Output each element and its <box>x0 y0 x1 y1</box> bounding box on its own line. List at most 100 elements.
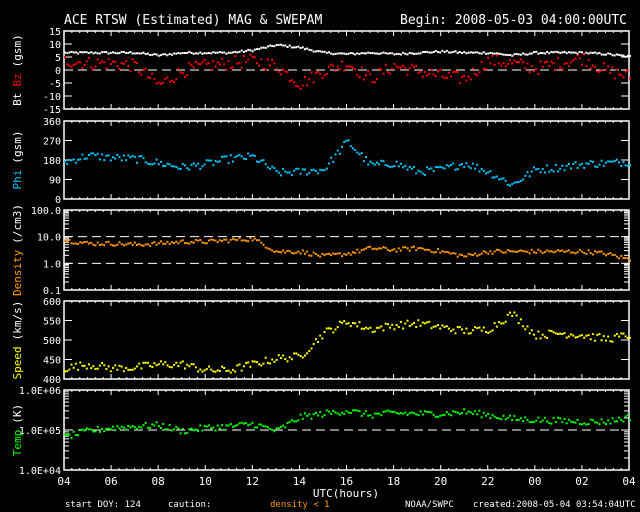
data-point-bz <box>253 56 256 59</box>
data-point-temp <box>197 429 200 432</box>
data-point-bt <box>157 54 160 57</box>
data-point-phi <box>122 154 125 157</box>
data-point-phi <box>389 165 391 168</box>
data-point-density <box>77 242 80 245</box>
data-point-bz <box>310 71 313 74</box>
data-point-speed <box>256 361 258 364</box>
data-point-density <box>105 241 108 244</box>
data-point-temp <box>517 418 520 421</box>
data-point-phi <box>581 162 583 165</box>
data-point-phi <box>535 168 538 171</box>
data-point-phi <box>330 156 333 159</box>
data-point-temp <box>85 427 88 430</box>
data-point-phi <box>607 160 610 163</box>
data-point-bt <box>175 52 178 55</box>
data-point-temp <box>245 422 248 425</box>
data-point-phi <box>92 152 95 155</box>
data-point-phi <box>118 156 121 159</box>
data-point-bz <box>410 63 413 66</box>
data-point-temp <box>177 427 180 430</box>
data-point-temp <box>445 411 448 414</box>
data-point-density <box>149 244 152 247</box>
data-point-speed <box>539 337 542 340</box>
data-point-bt <box>277 43 280 46</box>
data-point-temp <box>164 428 167 431</box>
data-point-phi <box>170 165 173 168</box>
data-point-bt <box>362 52 365 55</box>
data-point-speed <box>369 326 372 329</box>
data-point-speed <box>618 335 621 338</box>
data-point-speed <box>343 320 346 323</box>
data-point-bt <box>88 52 90 55</box>
data-point-density <box>557 249 559 252</box>
data-point-density <box>526 250 529 253</box>
data-point-speed <box>325 327 328 330</box>
y-tick-label: 1.0 <box>43 259 61 270</box>
data-point-temp <box>550 422 553 425</box>
data-point-density <box>214 239 217 242</box>
data-point-bt <box>522 52 525 55</box>
data-point-temp <box>218 427 221 430</box>
data-point-density <box>341 255 343 258</box>
data-point-speed <box>598 333 601 336</box>
data-point-bt <box>212 51 215 54</box>
data-point-density <box>295 251 298 254</box>
y-tick-label: 450 <box>43 356 61 367</box>
data-point-temp <box>133 426 136 429</box>
data-point-speed <box>489 330 492 333</box>
data-point-density <box>116 243 119 246</box>
data-point-phi <box>203 163 206 166</box>
data-point-speed <box>129 368 132 371</box>
data-point-bz <box>541 65 544 68</box>
data-point-bz <box>404 66 407 69</box>
data-point-density <box>474 252 477 255</box>
data-point-phi <box>205 159 208 162</box>
data-point-bt <box>94 51 97 54</box>
data-point-bt <box>201 52 204 55</box>
begin-time: Begin: 2008-05-03 04:00:00UTC <box>400 13 627 28</box>
data-point-temp <box>314 411 317 414</box>
data-point-speed <box>611 340 614 343</box>
data-point-bz <box>269 64 272 67</box>
data-point-density <box>173 242 176 244</box>
data-point-temp <box>369 414 372 417</box>
data-point-speed <box>68 368 71 371</box>
data-point-bz <box>192 66 195 69</box>
data-point-bt <box>249 49 252 52</box>
data-point-speed <box>482 326 485 329</box>
data-point-bt <box>273 45 276 48</box>
data-point-density <box>221 240 224 242</box>
data-point-speed <box>561 333 564 335</box>
data-point-speed <box>269 362 272 365</box>
data-point-density <box>288 250 291 253</box>
data-point-bz <box>142 69 145 72</box>
data-point-phi <box>618 161 621 164</box>
data-point-density <box>227 241 230 244</box>
data-point-temp <box>439 414 442 417</box>
data-point-bt <box>511 54 514 57</box>
data-point-phi <box>565 164 568 167</box>
data-point-bt <box>423 51 426 53</box>
data-point-bt <box>395 53 398 55</box>
data-point-speed <box>624 335 627 338</box>
data-point-bz <box>186 74 189 77</box>
data-point-phi <box>240 155 243 158</box>
data-point-bt <box>90 51 93 54</box>
data-point-phi <box>297 167 300 170</box>
data-point-bt <box>162 53 165 56</box>
data-point-phi <box>85 157 88 160</box>
data-point-phi <box>227 161 230 164</box>
data-point-density <box>131 243 134 246</box>
data-point-bz <box>367 70 370 73</box>
data-point-bt <box>375 52 378 55</box>
data-point-bz <box>467 75 470 78</box>
data-point-phi <box>275 169 278 172</box>
data-point-bt <box>310 49 313 52</box>
data-point-bt <box>404 52 407 55</box>
data-point-bz <box>221 57 224 60</box>
data-point-bt <box>140 52 143 55</box>
data-point-speed <box>356 325 359 328</box>
data-point-phi <box>349 145 352 148</box>
data-point-bz <box>236 62 239 65</box>
data-point-bz <box>533 70 535 73</box>
